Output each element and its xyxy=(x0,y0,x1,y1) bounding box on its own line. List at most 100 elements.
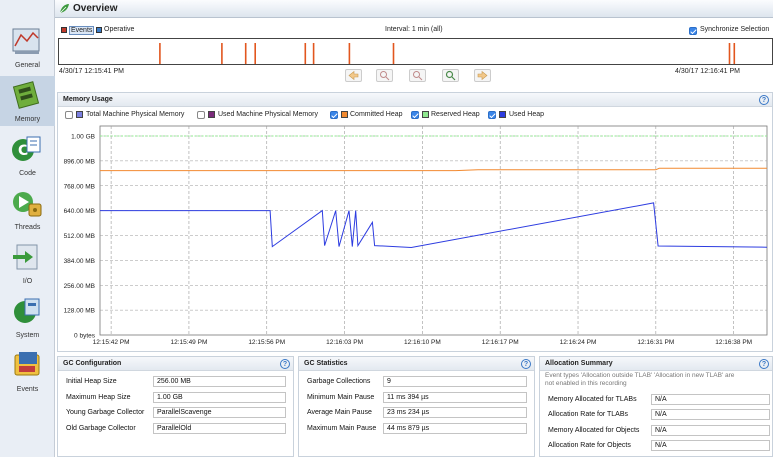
old-collector-value[interactable]: ParallelOld xyxy=(153,423,286,434)
arrow-left-icon xyxy=(348,70,359,81)
minimum-main-pause-value[interactable]: 11 ms 394 µs xyxy=(383,392,527,403)
used-heap-swatch xyxy=(499,111,506,118)
gc-configuration-header: GC Configuration ? xyxy=(58,357,293,371)
scroll-left-button[interactable] xyxy=(345,69,362,82)
help-icon[interactable]: ? xyxy=(759,359,769,369)
zoom-out-icon xyxy=(413,71,423,81)
y-tick-label: 384.00 MB xyxy=(64,258,95,265)
timeline-event-bar xyxy=(348,43,351,64)
event-timeline[interactable] xyxy=(58,38,773,65)
old-collector-label: Old Garbage Collector xyxy=(66,425,136,432)
chart-icon xyxy=(12,28,40,54)
object-rate-value[interactable]: N/A xyxy=(651,440,770,451)
x-tick-label: 12:16:03 PM xyxy=(326,339,363,346)
object-rate-label: Allocation Rate for Objects xyxy=(548,442,631,449)
scroll-right-button[interactable] xyxy=(474,69,491,82)
y-tick-label: 896.00 MB xyxy=(64,158,95,165)
committed-heap-checkbox[interactable] xyxy=(330,111,338,119)
help-icon[interactable]: ? xyxy=(759,95,769,105)
nav-io[interactable]: I/O xyxy=(0,238,55,288)
operative-legend-label[interactable]: Operative xyxy=(104,26,134,33)
nav-io-label: I/O xyxy=(22,278,33,285)
page-title: Overview xyxy=(73,3,118,14)
object-memory-value[interactable]: N/A xyxy=(651,425,770,436)
overview-leaf-icon xyxy=(59,4,69,14)
timeline-end-time: 4/30/17 12:16:41 PM xyxy=(675,68,740,75)
help-icon[interactable]: ? xyxy=(521,359,531,369)
used-heap-checkbox[interactable] xyxy=(488,111,496,119)
timeline-event-bar xyxy=(244,43,247,64)
maximum-main-pause-value[interactable]: 44 ms 879 µs xyxy=(383,423,527,434)
young-collector-value[interactable]: ParallelScavenge xyxy=(153,407,286,418)
timeline-event-bar xyxy=(304,43,307,64)
total-machine-memory-label[interactable]: Total Machine Physical Memory xyxy=(86,111,184,118)
timeline-event-bar xyxy=(733,43,736,64)
average-main-pause-label: Average Main Pause xyxy=(307,409,372,416)
used-machine-memory-swatch xyxy=(208,111,215,118)
reserved-heap-swatch xyxy=(422,111,429,118)
zoom-out-button[interactable] xyxy=(409,69,426,82)
reserved-heap-checkbox[interactable] xyxy=(411,111,419,119)
timeline-event-bar xyxy=(159,43,161,64)
initial-heap-size-label: Initial Heap Size xyxy=(66,378,117,385)
threads-icon xyxy=(13,192,42,217)
y-tick-label: 640.00 MB xyxy=(64,208,95,215)
used-machine-memory-label[interactable]: Used Machine Physical Memory xyxy=(218,111,318,118)
allocation-note-line2: not enabled in this recording xyxy=(545,380,627,387)
synchronize-selection-checkbox[interactable] xyxy=(689,27,697,35)
tlab-rate-label: Allocation Rate for TLABs xyxy=(548,411,629,418)
memory-chip-icon xyxy=(12,81,40,109)
help-icon[interactable]: ? xyxy=(280,359,290,369)
committed-heap-label[interactable]: Committed Heap xyxy=(350,111,403,118)
x-tick-label: 12:15:42 PM xyxy=(93,339,130,346)
used-heap-label[interactable]: Used Heap xyxy=(509,111,544,118)
nav-events[interactable]: Events xyxy=(0,346,55,396)
nav-general[interactable]: General xyxy=(0,22,55,72)
x-tick-label: 12:15:49 PM xyxy=(171,339,208,346)
timeline-event-bar xyxy=(728,43,731,64)
nav-general-label: General xyxy=(15,62,40,69)
timeline-event-bar xyxy=(221,43,223,64)
maximum-heap-size-label: Maximum Heap Size xyxy=(66,394,131,401)
memory-usage-chart[interactable]: 0 bytes128.00 MB256.00 MB384.00 MB512.00… xyxy=(55,123,773,351)
arrow-right-icon xyxy=(477,70,488,81)
events-legend-swatch xyxy=(61,27,67,33)
timeline-event-bar xyxy=(254,43,256,64)
initial-heap-size-value[interactable]: 256.00 MB xyxy=(153,376,286,387)
events-legend-label[interactable]: Events xyxy=(69,26,95,35)
tlab-rate-value[interactable]: N/A xyxy=(651,409,770,420)
nav-threads[interactable]: Threads xyxy=(0,184,55,234)
x-tick-label: 12:16:24 PM xyxy=(560,339,597,346)
system-icon xyxy=(14,298,40,323)
allocation-summary-header: Allocation Summary ? xyxy=(540,357,772,371)
x-tick-label: 12:16:38 PM xyxy=(715,339,752,346)
nav-memory[interactable]: Memory xyxy=(0,76,55,126)
used-machine-memory-checkbox[interactable] xyxy=(197,111,205,119)
total-machine-memory-checkbox[interactable] xyxy=(65,111,73,119)
zoom-in-button[interactable] xyxy=(376,69,393,82)
tlab-memory-value[interactable]: N/A xyxy=(651,394,770,405)
interval-label: Interval: 1 min (all) xyxy=(385,26,443,33)
garbage-collections-value[interactable]: 9 xyxy=(383,376,527,387)
maximum-heap-size-value[interactable]: 1.00 GB xyxy=(153,392,286,403)
zoom-fit-button[interactable] xyxy=(442,69,459,82)
x-tick-label: 12:16:10 PM xyxy=(404,339,441,346)
operative-legend-swatch xyxy=(96,27,102,33)
x-tick-label: 12:15:56 PM xyxy=(248,339,285,346)
nav-threads-label: Threads xyxy=(14,224,41,231)
gc-statistics-header: GC Statistics ? xyxy=(299,357,534,371)
allocation-summary-title: Allocation Summary xyxy=(545,360,613,367)
nav-system[interactable]: System xyxy=(0,292,55,342)
y-tick-label: 256.00 MB xyxy=(64,283,95,290)
object-memory-label: Memory Allocated for Objects xyxy=(548,427,640,434)
allocation-note-line1: Event types 'Allocation outside TLAB' 'A… xyxy=(545,372,735,379)
gc-statistics-title: GC Statistics xyxy=(304,360,348,367)
synchronize-selection-label[interactable]: Synchronize Selection xyxy=(700,26,769,33)
young-collector-label: Young Garbage Collector xyxy=(66,409,145,416)
nav-system-label: System xyxy=(15,332,40,339)
nav-code[interactable]: C Code xyxy=(0,130,55,180)
reserved-heap-label[interactable]: Reserved Heap xyxy=(431,111,480,118)
average-main-pause-value[interactable]: 23 ms 234 µs xyxy=(383,407,527,418)
io-arrows-icon xyxy=(13,244,38,270)
nav-code-label: Code xyxy=(19,170,36,177)
